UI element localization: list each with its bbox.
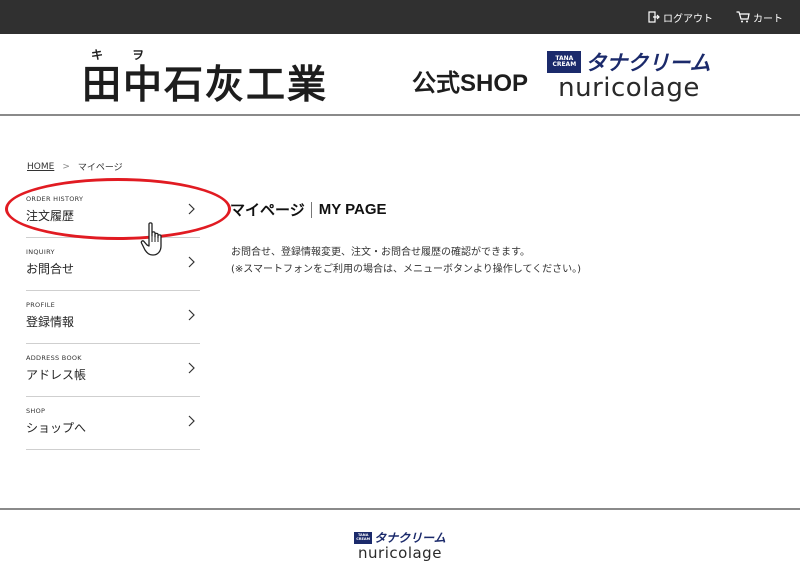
- top-bar: ログアウト カート: [0, 0, 800, 34]
- chevron-right-icon: [188, 362, 195, 374]
- badge-bottom-text: CREAM: [356, 536, 371, 541]
- logout-icon: [648, 11, 660, 23]
- nav-item-ja-label: 登録情報: [26, 315, 75, 329]
- page-description: お問合せ、登録情報変更、注文・お問合せ履歴の確認ができます。 (※スマートフォン…: [231, 244, 581, 278]
- chevron-right-icon: [188, 415, 195, 427]
- description-line-1: お問合せ、登録情報変更、注文・お問合せ履歴の確認ができます。: [231, 247, 530, 258]
- breadcrumb-home-link[interactable]: HOME: [27, 162, 54, 172]
- breadcrumb: HOME > マイページ: [27, 160, 123, 174]
- nav-item-en-label: ADDRESS BOOK: [26, 354, 82, 362]
- page-title: マイページ MY PAGE: [230, 199, 387, 220]
- page-title-ja: マイページ: [230, 202, 305, 219]
- tanaka-sekkai-logo[interactable]: キ ヲ 田中石灰工業: [82, 46, 412, 108]
- cart-link[interactable]: カート: [736, 9, 783, 25]
- breadcrumb-separator: >: [62, 161, 70, 172]
- page-title-en: MY PAGE: [318, 201, 387, 218]
- description-line-2: (※スマートフォンをご利用の場合は、メニューボタンより操作してください。): [231, 264, 582, 275]
- nav-item-en-label: PROFILE: [26, 301, 56, 309]
- nav-item-ja-label: ショップへ: [26, 421, 87, 435]
- nuricolage-wordmark: nuricolage: [558, 73, 700, 103]
- official-shop-label: 公式SHOP: [412, 70, 529, 97]
- breadcrumb-current: マイページ: [77, 163, 123, 173]
- badge-bottom-text: CREAM: [552, 61, 577, 68]
- tana-cream-badge: TANA CREAM: [354, 531, 373, 544]
- chevron-right-icon: [188, 309, 195, 321]
- logo-company-name: 田中石灰工業: [82, 62, 329, 108]
- nav-item-profile[interactable]: PROFILE 登録情報: [26, 291, 200, 344]
- nav-item-ja-label: アドレス帳: [26, 368, 87, 382]
- cart-icon: [736, 11, 750, 23]
- tana-cream-badge: TANA CREAM: [547, 51, 582, 73]
- cart-label: カート: [753, 13, 783, 25]
- title-divider: [310, 201, 312, 218]
- site-footer: TANA CREAM タナクリーム nuricolage: [0, 508, 800, 570]
- nav-item-ja-label: お問合せ: [26, 262, 75, 276]
- nav-item-address-book[interactable]: ADDRESS BOOK アドレス帳: [26, 344, 200, 397]
- site-header: キ ヲ 田中石灰工業 公式SHOP TANA CREAM タナクリーム nuri…: [0, 34, 800, 116]
- nuricolage-wordmark: nuricolage: [358, 544, 442, 562]
- nav-item-shop[interactable]: SHOP ショップへ: [26, 397, 200, 450]
- order-history-highlight: [5, 178, 231, 240]
- logout-label: ログアウト: [663, 13, 713, 25]
- nav-item-en-label: INQUIRY: [26, 248, 55, 256]
- nav-item-en-label: SHOP: [26, 407, 46, 415]
- pointing-hand-cursor-icon: [140, 222, 162, 256]
- tana-cream-logo[interactable]: TANA CREAM タナクリーム nuricolage: [547, 47, 711, 103]
- logout-link[interactable]: ログアウト: [648, 9, 713, 25]
- footer-tana-cream-logo[interactable]: TANA CREAM タナクリーム nuricolage: [352, 529, 448, 562]
- nav-item-inquiry[interactable]: INQUIRY お問合せ: [26, 238, 200, 291]
- chevron-right-icon: [188, 256, 195, 268]
